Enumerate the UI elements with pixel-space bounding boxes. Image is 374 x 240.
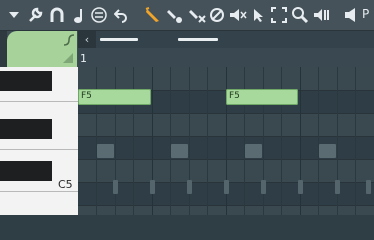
- list-icon[interactable]: [91, 6, 107, 24]
- speaker-icon[interactable]: [343, 6, 361, 24]
- ghost-note: [319, 144, 336, 158]
- ghost-note: [245, 144, 262, 158]
- ghost-tick: [187, 180, 192, 194]
- ghost-tick: [366, 180, 371, 194]
- menu-arrow-icon[interactable]: [8, 6, 20, 24]
- channel-tab[interactable]: [7, 31, 77, 67]
- grid-vline: [170, 67, 171, 215]
- zoom-icon[interactable]: [291, 6, 309, 24]
- ghost-tick: [224, 180, 229, 194]
- piano-black-key[interactable]: [0, 161, 52, 181]
- grid-vline: [207, 67, 208, 215]
- zoom-fit-icon[interactable]: [271, 6, 287, 24]
- scroll-left-arrow-icon[interactable]: ‹: [78, 31, 96, 48]
- playback-icon[interactable]: [313, 6, 331, 24]
- ghost-tick: [335, 180, 340, 194]
- note-icon[interactable]: [70, 6, 86, 24]
- delete-icon[interactable]: [188, 6, 206, 24]
- paint-icon[interactable]: [166, 6, 184, 24]
- key-divider: [0, 149, 78, 150]
- midi-note[interactable]: F5: [226, 89, 298, 105]
- piano-black-key[interactable]: [0, 71, 52, 91]
- grid-vline: [355, 67, 356, 215]
- undo-icon[interactable]: [113, 6, 129, 24]
- pencil-icon[interactable]: [144, 6, 162, 24]
- ghost-note: [171, 144, 188, 158]
- magnet-icon[interactable]: [48, 6, 66, 24]
- key-divider: [0, 191, 78, 192]
- scroll-segment-left[interactable]: [100, 38, 138, 41]
- note-grid[interactable]: F5 F5: [78, 67, 374, 215]
- volume-icon[interactable]: [229, 6, 247, 24]
- bar-ruler[interactable]: [78, 48, 374, 68]
- ghost-tick: [113, 180, 118, 194]
- ghost-tick: [150, 180, 155, 194]
- scroll-thumb[interactable]: [178, 38, 218, 41]
- wrench-icon[interactable]: [26, 6, 44, 24]
- piano-black-key[interactable]: [0, 119, 52, 139]
- mute-icon[interactable]: [209, 6, 225, 24]
- midi-note[interactable]: F5: [78, 89, 151, 105]
- ghost-tick: [298, 180, 303, 194]
- note-label: F5: [229, 91, 240, 101]
- note-label: F5: [81, 91, 92, 101]
- tab-edge: [0, 31, 7, 67]
- piano-key-label-c5: C5: [58, 178, 73, 191]
- bar-number: 1: [80, 52, 87, 65]
- piano-keyboard[interactable]: [0, 67, 78, 215]
- select-icon[interactable]: [251, 6, 267, 24]
- piano-roll-toolbar: P: [0, 0, 374, 31]
- grid-vline: [318, 67, 319, 215]
- ghost-tick: [261, 180, 266, 194]
- toolbar-trailing-label[interactable]: P: [362, 7, 369, 21]
- corner-arrow-icon: [63, 53, 73, 63]
- ghost-note: [97, 144, 114, 158]
- resize-handle-icon[interactable]: [62, 33, 76, 47]
- key-divider: [0, 101, 78, 102]
